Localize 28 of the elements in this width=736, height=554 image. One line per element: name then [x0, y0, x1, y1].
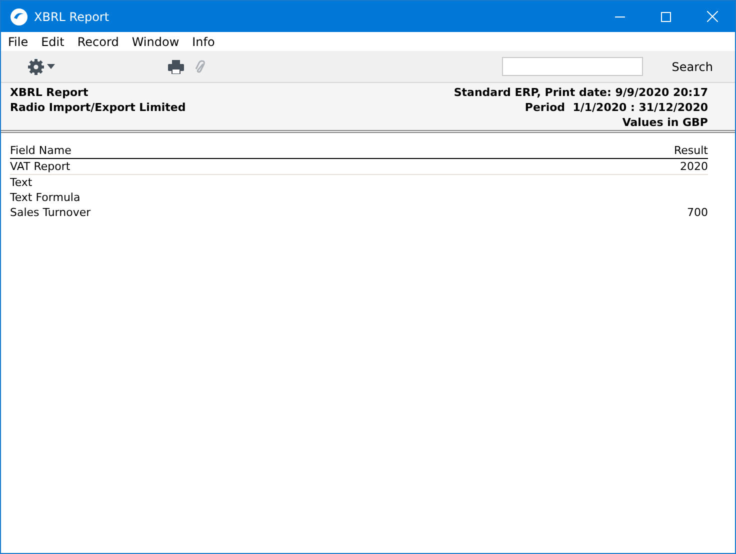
- window-title: XBRL Report: [34, 8, 110, 26]
- column-header: Field Name: [10, 143, 72, 158]
- paperclip-icon[interactable]: [194, 58, 206, 74]
- menu-item[interactable]: Window: [132, 32, 180, 50]
- column-header: Result: [674, 143, 708, 158]
- report-heading-text: XBRL Report: [10, 85, 90, 100]
- printer-icon[interactable]: [168, 60, 184, 74]
- report-info-text: Values in GBP: [622, 115, 708, 130]
- search-button[interactable]: Search: [672, 58, 713, 76]
- search-field[interactable]: [502, 57, 643, 76]
- table-cell: 2020: [680, 159, 708, 174]
- app-logo-icon: [10, 8, 28, 26]
- close-icon[interactable]: [707, 11, 718, 22]
- table-cell: 700: [687, 205, 708, 220]
- gear-icon[interactable]: [27, 58, 45, 76]
- table-cell: VAT Report: [10, 159, 70, 174]
- menu-item[interactable]: Record: [77, 32, 119, 50]
- report-info-text: Period 1/1/2020 : 31/12/2020: [524, 100, 708, 115]
- maximize-icon[interactable]: [661, 12, 671, 22]
- report-heading-text: Radio Import/Export Limited: [10, 100, 186, 115]
- table-cell: Sales Turnover: [10, 205, 91, 220]
- report-info-text: Standard ERP, Print date: 9/9/2020 20:17: [454, 85, 708, 100]
- menu-item[interactable]: Edit: [41, 32, 64, 50]
- menu-item[interactable]: File: [8, 32, 28, 50]
- caret-icon[interactable]: [47, 64, 55, 69]
- table-cell: Text: [10, 175, 32, 190]
- menu-item[interactable]: Info: [192, 32, 215, 50]
- table-cell: Text Formula: [10, 190, 80, 205]
